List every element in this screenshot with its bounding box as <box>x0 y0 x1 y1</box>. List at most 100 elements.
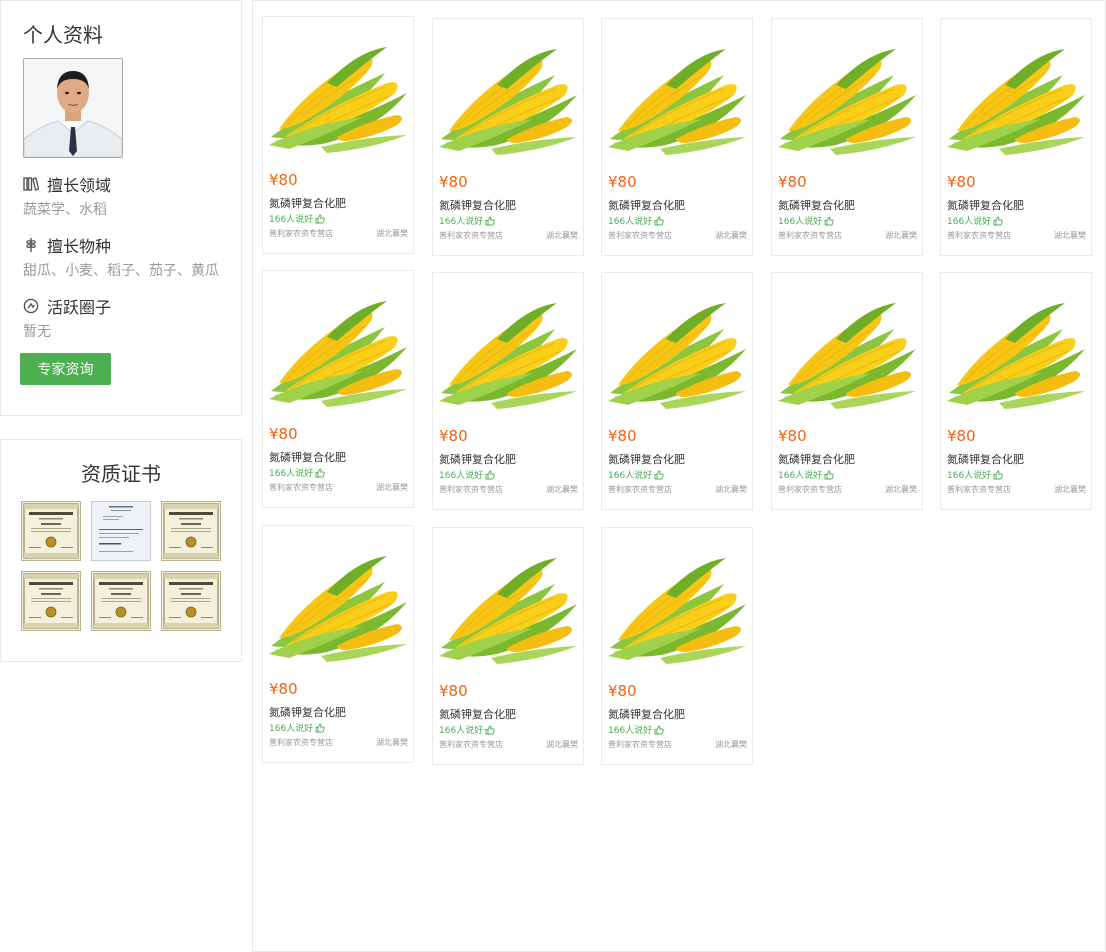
product-name[interactable]: 氮磷钾复合化肥 <box>269 449 346 465</box>
store-name[interactable]: 普利家农资专营店 <box>608 484 672 495</box>
store-location: 湖北襄樊 <box>715 231 747 240</box>
store-location: 湖北襄樊 <box>546 740 578 749</box>
product-card[interactable]: ¥80 氮磷钾复合化肥 166人说好 普利家农资专营店 湖北襄樊 <box>601 527 753 765</box>
thumbs-up-icon <box>315 468 325 477</box>
product-card[interactable]: ¥80 氮磷钾复合化肥 166人说好 普利家农资专营店 湖北襄樊 <box>601 272 753 510</box>
product-likes-text: 166人说好 <box>439 217 484 227</box>
product-name[interactable]: 氮磷钾复合化肥 <box>608 197 685 213</box>
certificate-thumbnail[interactable] <box>21 571 81 631</box>
product-image[interactable] <box>606 39 750 159</box>
product-card[interactable]: ¥80 氮磷钾复合化肥 166人说好 普利家农资专营店 湖北襄樊 <box>262 270 414 508</box>
expert-consult-button[interactable]: 专家资询 <box>20 353 111 385</box>
store-name[interactable]: 普利家农资专营店 <box>269 482 333 493</box>
product-price: ¥80 <box>439 682 468 700</box>
store-name[interactable]: 普利家农资专营店 <box>269 228 333 239</box>
product-likes-text: 166人说好 <box>439 471 484 481</box>
product-image[interactable] <box>776 39 920 159</box>
species-heading: 擅长物种 <box>23 233 111 257</box>
store-location: 湖北襄樊 <box>376 738 408 747</box>
product-name[interactable]: 氮磷钾复合化肥 <box>778 451 855 467</box>
thumbs-up-icon <box>654 725 664 734</box>
product-image[interactable] <box>437 548 581 668</box>
product-price: ¥80 <box>269 680 298 698</box>
product-image[interactable] <box>437 39 581 159</box>
product-likes: 166人说好 <box>439 468 495 481</box>
product-image[interactable] <box>437 293 581 413</box>
product-likes: 166人说好 <box>439 723 495 736</box>
product-card[interactable]: ¥80 氮磷钾复合化肥 166人说好 普利家农资专营店 湖北襄樊 <box>262 525 414 763</box>
product-price: ¥80 <box>947 427 976 445</box>
store-name[interactable]: 普利家农资专营店 <box>439 739 503 750</box>
store-name[interactable]: 普利家农资专营店 <box>439 484 503 495</box>
store-location: 湖北襄樊 <box>1054 485 1086 494</box>
product-likes: 166人说好 <box>608 468 664 481</box>
store-name[interactable]: 普利家农资专营店 <box>778 484 842 495</box>
product-likes-text: 166人说好 <box>778 471 823 481</box>
store-location: 湖北襄樊 <box>546 231 578 240</box>
thumbs-up-icon <box>485 470 495 479</box>
store-name[interactable]: 普利家农资专营店 <box>269 737 333 748</box>
product-card[interactable]: ¥80 氮磷钾复合化肥 166人说好 普利家农资专营店 湖北襄樊 <box>262 16 414 254</box>
profile-title: 个人资料 <box>23 23 103 47</box>
product-likes-text: 166人说好 <box>608 217 653 227</box>
store-name[interactable]: 普利家农资专营店 <box>439 230 503 241</box>
product-likes: 166人说好 <box>269 466 325 479</box>
thumbs-up-icon <box>993 470 1003 479</box>
product-name[interactable]: 氮磷钾复合化肥 <box>269 195 346 211</box>
certificate-thumbnail[interactable] <box>91 501 151 561</box>
product-image[interactable] <box>606 548 750 668</box>
store-location: 湖北襄樊 <box>715 740 747 749</box>
product-card[interactable]: ¥80 氮磷钾复合化肥 166人说好普利家农资专营店 湖北襄樊 <box>432 527 584 765</box>
product-price: ¥80 <box>439 427 468 445</box>
product-card[interactable]: ¥80 氮磷钾复合化肥 166人说好 普利家农资专营店 湖北襄樊 <box>940 272 1092 510</box>
product-card[interactable]: ¥80 氮磷钾复合化肥 166人说好 普利家农资专营店 湖北襄樊 <box>601 18 753 256</box>
product-likes-text: 166人说好 <box>439 726 484 736</box>
product-likes-text: 166人说好 <box>778 217 823 227</box>
product-price: ¥80 <box>269 171 298 189</box>
certificate-thumbnail[interactable] <box>91 571 151 631</box>
thumbs-up-icon <box>824 470 834 479</box>
product-name[interactable]: 氮磷钾复合化肥 <box>947 451 1024 467</box>
store-name[interactable]: 普利家农资专营店 <box>778 230 842 241</box>
thumbs-up-icon <box>315 214 325 223</box>
product-image[interactable] <box>776 293 920 413</box>
store-location: 湖北襄樊 <box>546 485 578 494</box>
certificate-thumbnail[interactable] <box>161 571 221 631</box>
product-image[interactable] <box>945 293 1089 413</box>
product-likes: 166人说好 <box>778 214 834 227</box>
product-name[interactable]: 氮磷钾复合化肥 <box>608 706 685 722</box>
thumbs-up-icon <box>485 216 495 225</box>
product-name[interactable]: 氮磷钾复合化肥 <box>947 197 1024 213</box>
species-heading-text: 擅长物种 <box>47 237 112 256</box>
product-image[interactable] <box>945 39 1089 159</box>
circle-heading: 活跃圈子 <box>23 294 111 318</box>
product-likes: 166人说好 <box>269 721 325 734</box>
product-name[interactable]: 氮磷钾复合化肥 <box>269 704 346 720</box>
certificate-thumbnail[interactable] <box>21 501 81 561</box>
store-name[interactable]: 普利家农资专营店 <box>947 484 1011 495</box>
product-card[interactable]: ¥80 氮磷钾复合化肥 166人说好普利家农资专营店 湖北襄樊 <box>432 272 584 510</box>
circle-value: 暂无 <box>23 324 51 340</box>
product-name[interactable]: 氮磷钾复合化肥 <box>608 451 685 467</box>
product-card[interactable]: ¥80 氮磷钾复合化肥 166人说好 普利家农资专营店 湖北襄樊 <box>940 18 1092 256</box>
specialty-heading-text: 擅长领域 <box>47 176 112 195</box>
certificate-thumbnail[interactable] <box>161 501 221 561</box>
product-image[interactable] <box>606 293 750 413</box>
product-card[interactable]: ¥80 氮磷钾复合化肥 166人说好 普利家农资专营店 湖北襄樊 <box>771 18 923 256</box>
product-card[interactable]: ¥80 氮磷钾复合化肥 166人说好 普利家农资专营店 湖北襄樊 <box>771 272 923 510</box>
specialty-heading: 擅长领域 <box>23 172 111 196</box>
product-image[interactable] <box>267 37 411 157</box>
product-card[interactable]: ¥80 氮磷钾复合化肥 166人说好 普利家农资专营店 湖北襄樊 <box>432 18 584 256</box>
product-image[interactable] <box>267 291 411 411</box>
store-name[interactable]: 普利家农资专营店 <box>608 739 672 750</box>
store-name[interactable]: 普利家农资专营店 <box>608 230 672 241</box>
product-name[interactable]: 氮磷钾复合化肥 <box>439 706 516 722</box>
store-name[interactable]: 普利家农资专营店 <box>947 230 1011 241</box>
product-name[interactable]: 氮磷钾复合化肥 <box>439 197 516 213</box>
product-image[interactable] <box>267 546 411 666</box>
product-name[interactable]: 氮磷钾复合化肥 <box>778 197 855 213</box>
thumbs-up-icon <box>315 723 325 732</box>
store-location: 湖北襄樊 <box>885 231 917 240</box>
product-likes: 166人说好 <box>439 214 495 227</box>
product-name[interactable]: 氮磷钾复合化肥 <box>439 451 516 467</box>
